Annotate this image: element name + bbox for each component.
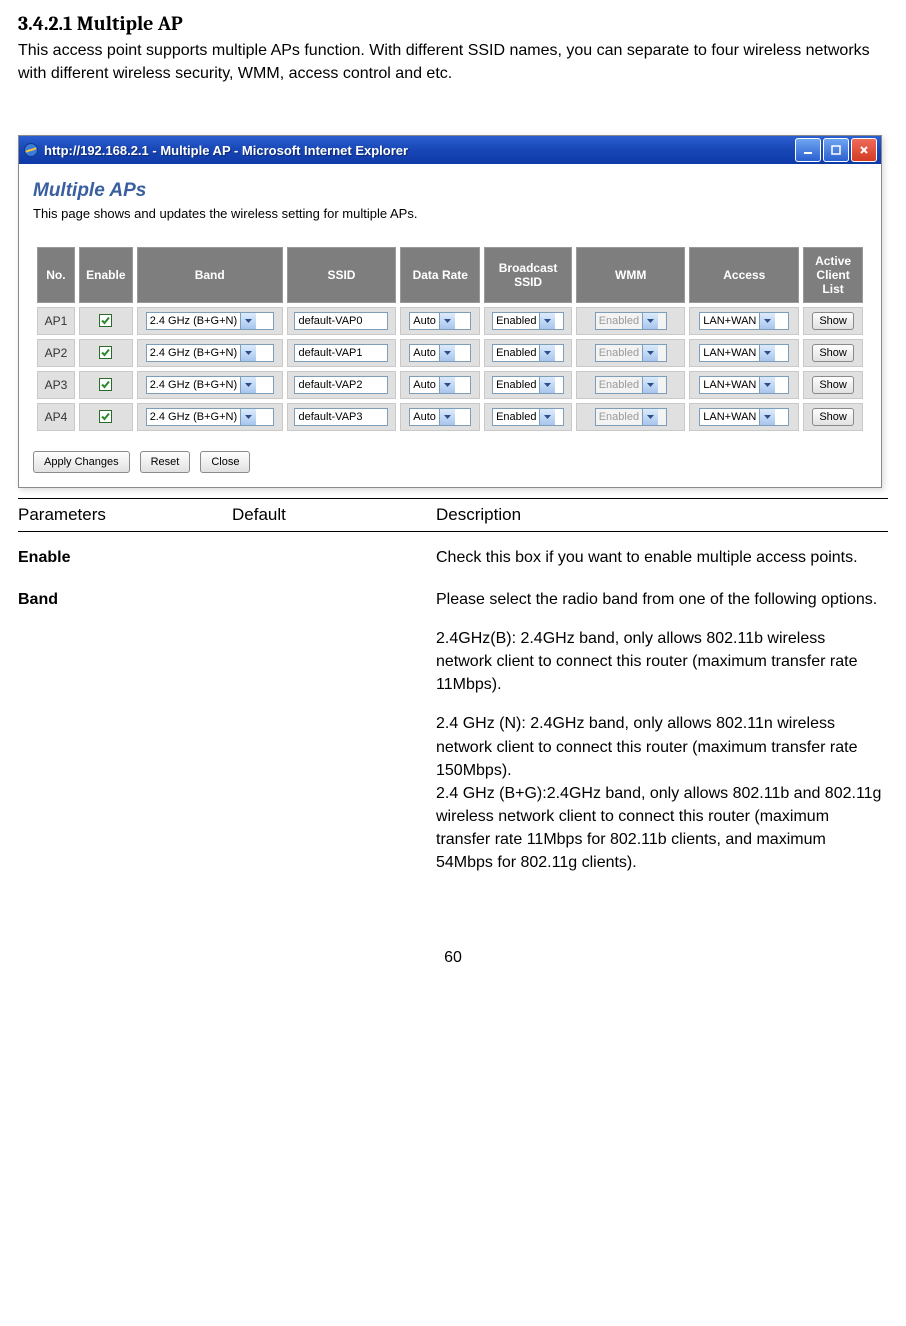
show-button[interactable]: Show (812, 344, 854, 362)
maximize-button[interactable] (823, 138, 849, 162)
band-select[interactable]: 2.4 GHz (B+G+N) (146, 376, 274, 394)
show-button[interactable]: Show (812, 408, 854, 426)
param-col-description: Description (436, 499, 888, 532)
browser-window: http://192.168.2.1 - Multiple AP - Micro… (18, 135, 882, 488)
param-description: Please select the radio band from one of… (436, 574, 888, 879)
col-access: Access (689, 247, 799, 303)
param-default (232, 574, 436, 879)
enable-checkbox[interactable] (99, 410, 112, 423)
ssid-input[interactable]: default-VAP0 (294, 312, 388, 330)
show-button[interactable]: Show (812, 312, 854, 330)
page-title: Multiple APs (33, 180, 867, 202)
enable-checkbox[interactable] (99, 314, 112, 327)
ap-table: No. Enable Band SSID Data Rate Broadcast… (33, 243, 867, 435)
col-enable: Enable (79, 247, 133, 303)
col-band: Band (137, 247, 283, 303)
parameters-table: Parameters Default Description Enable Che… (18, 498, 888, 878)
ap-number: AP1 (37, 307, 75, 335)
window-title: http://192.168.2.1 - Multiple AP - Micro… (44, 143, 795, 158)
minimize-button[interactable] (795, 138, 821, 162)
param-default (232, 532, 436, 574)
page-description: This page shows and updates the wireless… (33, 206, 867, 221)
table-row: AP3 2.4 GHz (B+G+N) default-VAP2 Auto Enable… (37, 371, 863, 399)
param-desc-text: 2.4GHz(B): 2.4GHz band, only allows 802.… (436, 627, 884, 697)
param-desc-text: 2.4 GHz (N): 2.4GHz band, only allows 80… (436, 712, 884, 874)
col-client: Active Client List (803, 247, 863, 303)
table-row: AP1 2.4 GHz (B+G+N) default-VAP0 Auto Enable… (37, 307, 863, 335)
ap-number: AP3 (37, 371, 75, 399)
param-desc-text: Please select the radio band from one of… (436, 588, 884, 611)
table-row: AP4 2.4 GHz (B+G+N) default-VAP3 Auto Enable… (37, 403, 863, 431)
param-name: Enable (18, 532, 232, 574)
param-col-default: Default (232, 499, 436, 532)
param-desc-text: Check this box if you want to enable mul… (436, 546, 884, 569)
apply-changes-button[interactable]: Apply Changes (33, 451, 130, 473)
param-description: Check this box if you want to enable mul… (436, 532, 888, 574)
show-button[interactable]: Show (812, 376, 854, 394)
titlebar: http://192.168.2.1 - Multiple AP - Micro… (19, 136, 881, 164)
intro-paragraph: This access point supports multiple APs … (18, 39, 888, 85)
broadcast-ssid-select[interactable]: Enabled (492, 312, 564, 330)
wmm-select: Enabled (595, 408, 667, 426)
band-select[interactable]: 2.4 GHz (B+G+N) (146, 344, 274, 362)
ap-number: AP2 (37, 339, 75, 367)
access-select[interactable]: LAN+WAN (699, 408, 789, 426)
col-bcast: Broadcast SSID (484, 247, 572, 303)
access-select[interactable]: LAN+WAN (699, 312, 789, 330)
page-number: 60 (18, 949, 888, 967)
band-select[interactable]: 2.4 GHz (B+G+N) (146, 408, 274, 426)
param-col-parameters: Parameters (18, 499, 232, 532)
ap-number: AP4 (37, 403, 75, 431)
enable-checkbox[interactable] (99, 378, 112, 391)
ssid-input[interactable]: default-VAP1 (294, 344, 388, 362)
section-heading: 3.4.2.1 Multiple AP (18, 12, 888, 35)
wmm-select: Enabled (595, 312, 667, 330)
ssid-input[interactable]: default-VAP3 (294, 408, 388, 426)
col-rate: Data Rate (400, 247, 480, 303)
col-ssid: SSID (287, 247, 397, 303)
param-name: Band (18, 574, 232, 879)
close-button[interactable] (851, 138, 877, 162)
data-rate-select[interactable]: Auto (409, 312, 471, 330)
access-select[interactable]: LAN+WAN (699, 376, 789, 394)
reset-button[interactable]: Reset (140, 451, 191, 473)
broadcast-ssid-select[interactable]: Enabled (492, 408, 564, 426)
data-rate-select[interactable]: Auto (409, 408, 471, 426)
col-no: No. (37, 247, 75, 303)
broadcast-ssid-select[interactable]: Enabled (492, 344, 564, 362)
close-page-button[interactable]: Close (200, 451, 250, 473)
broadcast-ssid-select[interactable]: Enabled (492, 376, 564, 394)
data-rate-select[interactable]: Auto (409, 376, 471, 394)
access-select[interactable]: LAN+WAN (699, 344, 789, 362)
wmm-select: Enabled (595, 376, 667, 394)
wmm-select: Enabled (595, 344, 667, 362)
col-wmm: WMM (576, 247, 685, 303)
table-row: AP2 2.4 GHz (B+G+N) default-VAP1 Auto Enable… (37, 339, 863, 367)
ssid-input[interactable]: default-VAP2 (294, 376, 388, 394)
band-select[interactable]: 2.4 GHz (B+G+N) (146, 312, 274, 330)
enable-checkbox[interactable] (99, 346, 112, 359)
data-rate-select[interactable]: Auto (409, 344, 471, 362)
ie-icon (23, 142, 39, 158)
